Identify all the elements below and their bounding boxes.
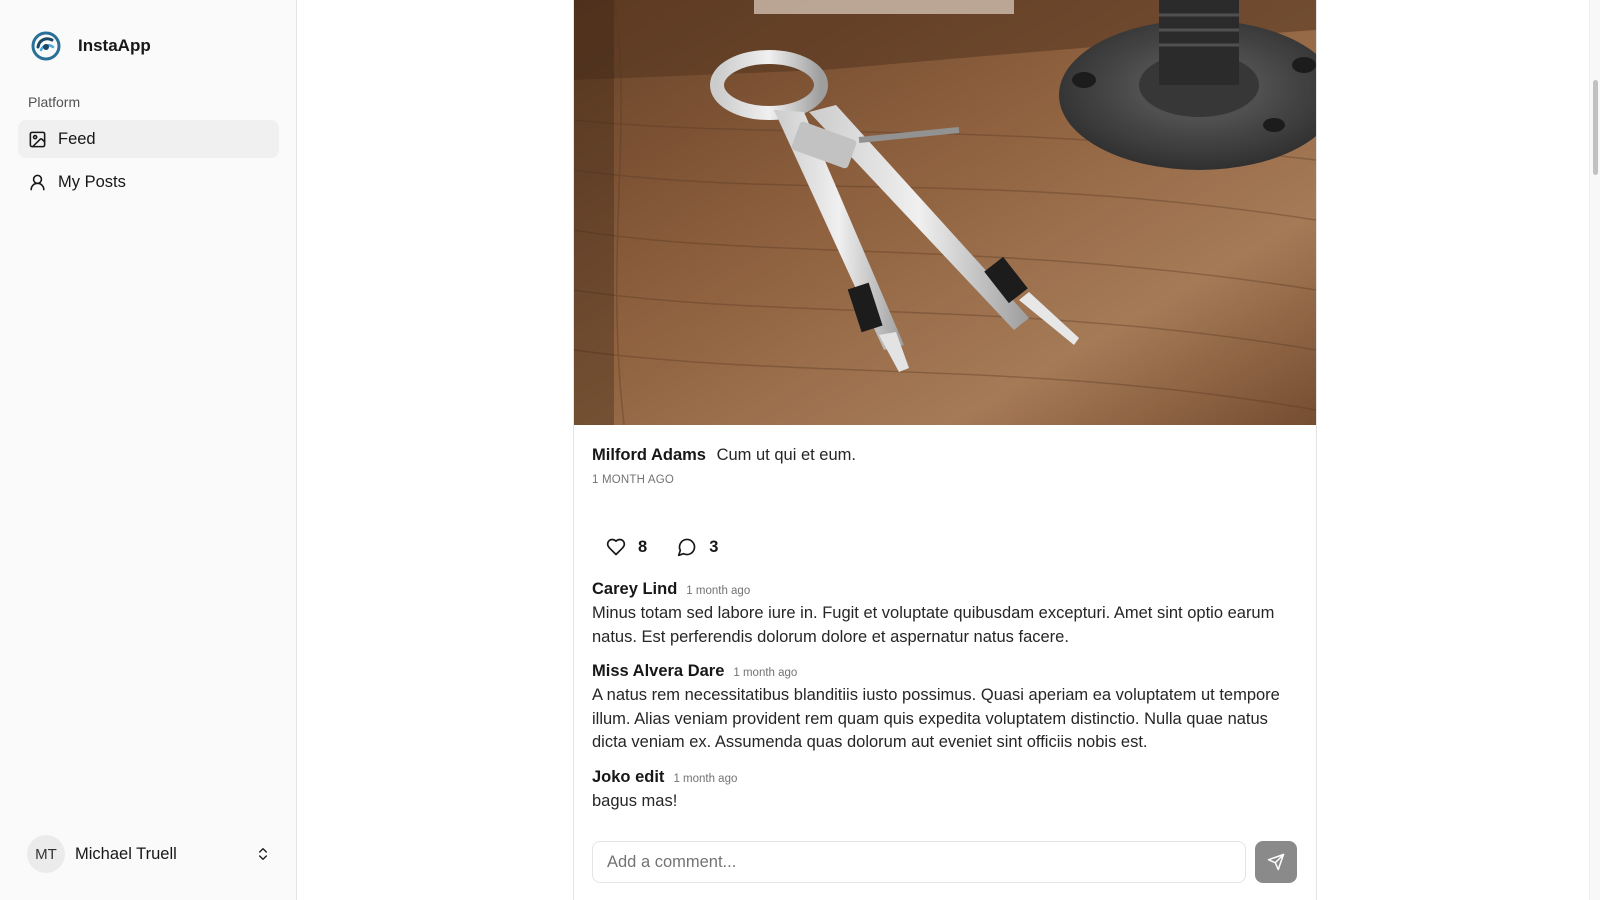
comment-timestamp: 1 month ago bbox=[673, 772, 738, 785]
comment-input[interactable] bbox=[592, 841, 1246, 883]
comment-timestamp: 1 month ago bbox=[686, 585, 751, 597]
comment-text: bagus mas! bbox=[592, 791, 678, 810]
heart-icon bbox=[606, 538, 626, 556]
like-button[interactable]: 8 bbox=[606, 537, 647, 557]
image-icon bbox=[29, 131, 46, 147]
user-name: Michael Truell bbox=[75, 844, 177, 863]
comment-timestamp: 1 month ago bbox=[733, 667, 798, 679]
page-scrollbar[interactable] bbox=[1589, 0, 1600, 900]
like-count: 8 bbox=[638, 537, 648, 556]
comment-text: A natus rem necessitatibus blanditiis iu… bbox=[592, 686, 1280, 751]
comment-author[interactable]: Carey Lind bbox=[592, 580, 677, 599]
comment-author[interactable]: Miss Alvera Dare bbox=[592, 662, 724, 681]
post-author[interactable]: Milford Adams bbox=[592, 446, 706, 464]
comment-button[interactable]: 3 bbox=[677, 537, 718, 557]
send-icon bbox=[1267, 853, 1285, 871]
sidebar: InstaApp Platform Feed My Posts MT Micha… bbox=[0, 0, 297, 900]
comment-item: Carey Lind 1 month ago Minus totam sed l… bbox=[592, 580, 1292, 649]
user-menu[interactable]: MT Michael Truell bbox=[27, 834, 271, 874]
comment-item: Joko edit 1 month ago bagus mas! bbox=[592, 768, 1292, 814]
comment-count: 3 bbox=[709, 537, 719, 556]
brand[interactable]: InstaApp bbox=[30, 30, 151, 62]
comment-item: Miss Alvera Dare 1 month ago A natus rem… bbox=[592, 662, 1292, 755]
comment-author[interactable]: Joko edit bbox=[592, 768, 664, 787]
sidebar-item-label: Feed bbox=[58, 129, 96, 148]
post-caption: Milford Adams Cum ut qui et eum. bbox=[592, 446, 856, 465]
comment-text: Minus totam sed labore iure in. Fugit et… bbox=[592, 604, 1275, 646]
post-timestamp: 1 MONTH AGO bbox=[592, 474, 675, 486]
post-photo bbox=[574, 0, 1316, 425]
sidebar-item-label: My Posts bbox=[58, 172, 126, 191]
sidebar-item-feed[interactable]: Feed bbox=[18, 120, 279, 158]
send-comment-button[interactable] bbox=[1255, 841, 1297, 883]
post-actions: 8 3 bbox=[606, 537, 748, 557]
post-caption-text: Cum ut qui et eum. bbox=[716, 446, 856, 464]
nav-group-label: Platform bbox=[28, 94, 81, 110]
app-logo-icon bbox=[31, 31, 61, 61]
post-card: Milford Adams Cum ut qui et eum. 1 MONTH… bbox=[573, 0, 1317, 900]
chevrons-up-down-icon bbox=[259, 848, 267, 860]
sidebar-item-my-posts[interactable]: My Posts bbox=[18, 163, 279, 201]
user-icon bbox=[30, 174, 45, 190]
comment-list: Carey Lind 1 month ago Minus totam sed l… bbox=[592, 580, 1292, 826]
post-image[interactable] bbox=[574, 0, 1316, 425]
scrollbar-thumb[interactable] bbox=[1593, 80, 1598, 175]
message-circle-icon bbox=[678, 538, 696, 557]
avatar: MT bbox=[27, 835, 65, 873]
app-name: InstaApp bbox=[78, 36, 151, 55]
